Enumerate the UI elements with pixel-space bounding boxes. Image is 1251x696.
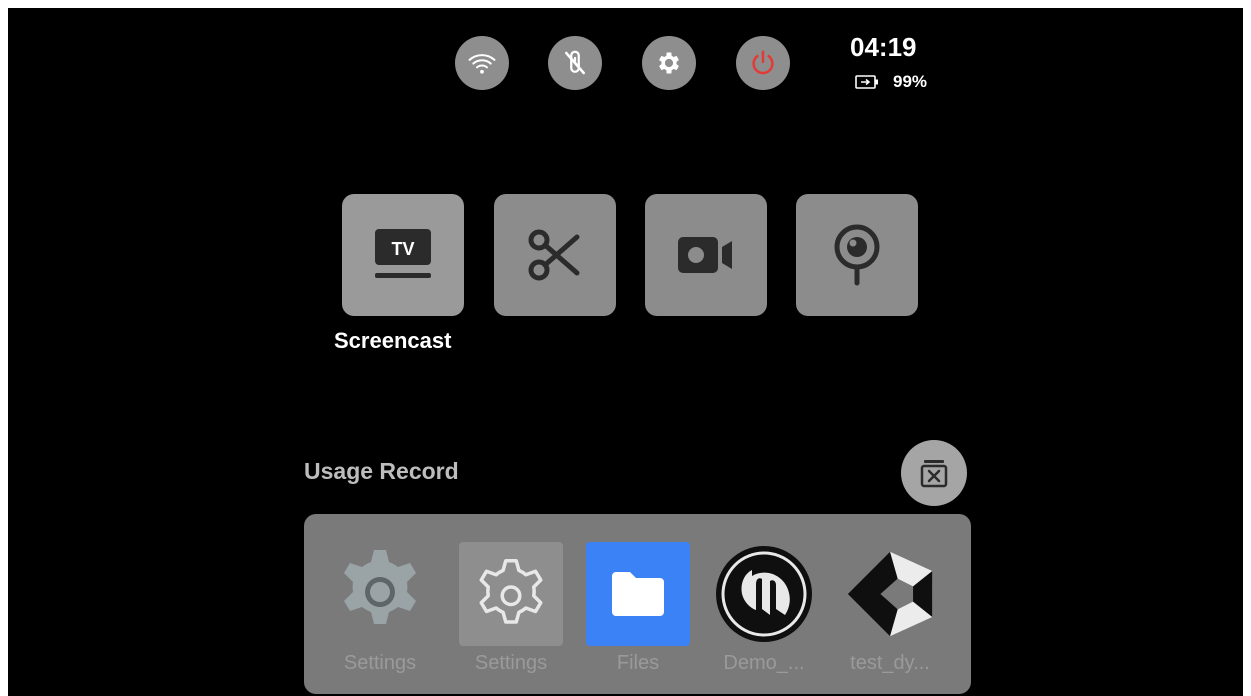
usage-record-title: Usage Record <box>304 458 459 484</box>
battery-status: 99% <box>855 72 927 92</box>
app-label: Demo_... <box>723 652 805 674</box>
wifi-icon <box>468 54 496 74</box>
app-icon-wrap <box>586 542 690 646</box>
recent-app-test[interactable]: test_dy... <box>838 542 942 675</box>
screen: 04:19 99% TV Screencast Usage Record Set… <box>8 8 1243 696</box>
scissors-icon <box>528 229 580 281</box>
app-label: Settings <box>474 652 548 674</box>
screencast-label: Screencast <box>334 328 452 353</box>
battery-charging-icon <box>855 75 878 89</box>
screen-record-tile[interactable] <box>645 194 767 316</box>
app-icon-wrap <box>712 542 816 646</box>
recent-app-files[interactable]: Files <box>586 542 690 675</box>
gear-icon <box>659 52 679 74</box>
clear-all-icon <box>920 460 948 488</box>
app-label: Files <box>616 652 660 674</box>
clock: 04:19 <box>850 32 917 62</box>
folder-icon <box>612 572 664 616</box>
tv-icon: TV <box>375 229 431 278</box>
video-camera-icon <box>678 237 732 273</box>
settings-button[interactable] <box>642 36 696 90</box>
recent-app-settings[interactable]: Settings <box>328 542 432 675</box>
screenshot-tile[interactable] <box>494 194 616 316</box>
screencast-tile[interactable]: TV <box>342 194 464 316</box>
power-button[interactable] <box>736 36 790 90</box>
clear-usage-button[interactable] <box>901 440 967 506</box>
settings-gear-icon <box>344 550 416 624</box>
power-icon <box>752 50 774 75</box>
usage-record-panel: Settings Settings Files Demo_... test_dy… <box>304 514 971 694</box>
no-touch-icon <box>565 50 585 75</box>
wifi-button[interactable] <box>455 36 509 90</box>
recent-app-demo[interactable]: Demo_... <box>712 542 816 675</box>
camera-tile[interactable] <box>796 194 918 316</box>
webcam-icon <box>834 224 880 286</box>
unity-logo-icon <box>847 551 933 637</box>
svg-text:TV: TV <box>391 239 414 259</box>
battery-percent: 99% <box>893 72 928 91</box>
app-label: Settings <box>343 652 417 674</box>
recent-app-settings-2[interactable]: Settings <box>459 542 563 675</box>
touch-toggle-button[interactable] <box>548 36 602 90</box>
unreal-logo-icon <box>716 546 812 642</box>
app-label: test_dy... <box>850 652 930 674</box>
app-icon-wrap <box>459 542 563 646</box>
app-icon-wrap <box>328 542 432 646</box>
app-icon-wrap <box>838 542 942 646</box>
settings-outline-icon <box>479 559 543 624</box>
